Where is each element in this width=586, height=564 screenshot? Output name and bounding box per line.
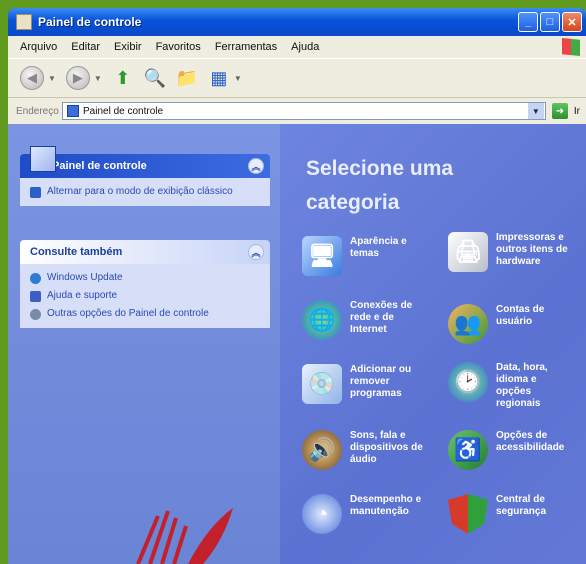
- network-globe-icon: 🌐: [302, 300, 342, 340]
- windows-update-link[interactable]: Windows Update: [30, 272, 260, 284]
- category-printers[interactable]: 🖨 Impressoras e outros itens de hardware: [448, 232, 574, 272]
- control-panel-large-icon: [30, 146, 56, 172]
- other-options-link[interactable]: Outras opções do Painel de controle: [30, 308, 260, 320]
- category-accessibility[interactable]: ♿ Opções de acessibilidade: [448, 430, 574, 470]
- control-panel-section: Painel de controle ︽ Alternar para o mod…: [20, 154, 270, 206]
- category-security-center[interactable]: Central de segurança: [448, 494, 574, 534]
- category-label: Impressoras e outros itens de hardware: [496, 232, 568, 267]
- see-also-body: Windows Update Ajuda e suporte Outras op…: [20, 264, 270, 328]
- menu-bar: Arquivo Editar Exibir Favoritos Ferramen…: [8, 36, 586, 58]
- window-controls: _ □ ✕: [518, 12, 582, 32]
- other-options-label: Outras opções do Painel de controle: [47, 308, 209, 319]
- folders-icon[interactable]: 📁: [176, 67, 198, 89]
- settings-icon: [30, 309, 41, 320]
- control-panel-section-body: Alternar para o modo de exibição clássic…: [20, 178, 270, 206]
- collapse-icon[interactable]: ︽: [248, 244, 264, 260]
- printer-icon: 🖨: [448, 232, 488, 272]
- see-also-title: Consulte também: [30, 246, 123, 258]
- views-dropdown-icon[interactable]: ▼: [234, 74, 242, 83]
- windows-update-label: Windows Update: [47, 272, 123, 283]
- category-appearance[interactable]: 🖥 Aparência e temas: [302, 236, 428, 276]
- control-panel-window: Painel de controle _ □ ✕ Arquivo Editar …: [8, 8, 586, 564]
- category-performance[interactable]: ◔ Desempenho e manutenção: [302, 494, 428, 534]
- appearance-themes-icon: 🖥: [302, 236, 342, 276]
- views-icon[interactable]: ▦: [208, 67, 230, 89]
- address-field[interactable]: Painel de controle ▼: [62, 102, 546, 120]
- collapse-icon[interactable]: ︽: [248, 158, 264, 174]
- category-pane: Selecione uma categoria 🖥 Aparência e te…: [280, 124, 586, 564]
- content-area: Painel de controle ︽ Alternar para o mod…: [8, 124, 586, 564]
- category-label: Opções de acessibilidade: [496, 430, 565, 453]
- forward-button[interactable]: ▶: [65, 66, 90, 90]
- red-doodle-icon: [136, 508, 233, 564]
- category-user-accounts[interactable]: 👥 Contas de usuário: [448, 304, 574, 344]
- help-icon: [30, 291, 41, 302]
- menu-arquivo[interactable]: Arquivo: [8, 41, 64, 53]
- users-icon: 👥: [448, 304, 488, 344]
- up-folder-icon[interactable]: ⬆: [112, 67, 134, 89]
- menu-favoritos[interactable]: Favoritos: [149, 41, 208, 53]
- back-button[interactable]: ◀: [20, 66, 44, 90]
- address-label: Endereço: [16, 105, 59, 117]
- control-panel-icon: [16, 14, 32, 30]
- close-button[interactable]: ✕: [562, 12, 582, 32]
- control-panel-icon: [67, 105, 79, 117]
- windows-flag-icon: [562, 38, 580, 56]
- category-date-time[interactable]: 🕑 Data, hora, idioma e opções regionais: [448, 362, 574, 410]
- help-support-label: Ajuda e suporte: [47, 290, 118, 301]
- category-label: Desempenho e manutenção: [350, 494, 422, 517]
- category-label: Aparência e temas: [350, 236, 407, 259]
- see-also-section: Consulte também ︽ Windows Update Ajuda e…: [20, 240, 270, 328]
- address-value: Painel de controle: [83, 105, 164, 117]
- window-title: Painel de controle: [38, 15, 142, 29]
- sounds-speaker-icon: 🔊: [302, 430, 342, 470]
- menu-editar[interactable]: Editar: [64, 41, 107, 53]
- category-add-remove[interactable]: 💿 Adicionar ou remover programas: [302, 364, 428, 404]
- accessibility-icon: ♿: [448, 430, 488, 470]
- category-label: Conexões de rede e de Internet: [350, 300, 413, 335]
- category-network[interactable]: 🌐 Conexões de rede e de Internet: [302, 300, 428, 340]
- performance-chart-icon: ◔: [302, 494, 342, 534]
- category-label: Adicionar ou remover programas: [350, 364, 412, 399]
- category-label: Sons, fala e dispositivos de áudio: [350, 430, 423, 465]
- category-label: Central de segurança: [496, 494, 547, 517]
- switch-view-icon: [30, 187, 41, 198]
- category-sounds[interactable]: 🔊 Sons, fala e dispositivos de áudio: [302, 430, 428, 470]
- page-title: Selecione uma categoria: [306, 157, 454, 214]
- toolbar: ◀ ▼ ▶ ▼ ⬆ 🔍 📁 ▦ ▼: [8, 58, 586, 98]
- forward-dropdown-icon[interactable]: ▼: [94, 74, 102, 83]
- see-also-header[interactable]: Consulte também ︽: [20, 240, 270, 264]
- go-label[interactable]: Ir: [574, 106, 580, 117]
- search-icon[interactable]: 🔍: [144, 67, 166, 89]
- switch-view-label: Alternar para o modo de exibição clássic…: [47, 186, 233, 197]
- address-dropdown-icon[interactable]: ▼: [527, 103, 544, 119]
- security-shield-icon: [448, 494, 488, 534]
- task-pane: Painel de controle ︽ Alternar para o mod…: [8, 124, 280, 564]
- title-bar[interactable]: Painel de controle _ □ ✕: [8, 8, 586, 36]
- address-bar: Endereço Painel de controle ▼ ➜ Ir: [8, 98, 586, 125]
- maximize-button[interactable]: □: [540, 12, 560, 32]
- globe-icon: [30, 273, 41, 284]
- category-label: Data, hora, idioma e opções regionais: [496, 362, 548, 409]
- menu-ferramentas[interactable]: Ferramentas: [208, 41, 284, 53]
- help-support-link[interactable]: Ajuda e suporte: [30, 290, 260, 302]
- add-remove-programs-icon: 💿: [302, 364, 342, 404]
- minimize-button[interactable]: _: [518, 12, 538, 32]
- go-button[interactable]: ➜: [551, 103, 568, 119]
- menu-exibir[interactable]: Exibir: [107, 41, 149, 53]
- switch-view-link[interactable]: Alternar para o modo de exibição clássic…: [30, 186, 260, 198]
- back-dropdown-icon[interactable]: ▼: [48, 74, 56, 83]
- menu-ajuda[interactable]: Ajuda: [284, 41, 326, 53]
- category-label: Contas de usuário: [496, 304, 545, 327]
- date-time-globe-icon: 🕑: [448, 362, 488, 402]
- control-panel-section-header[interactable]: Painel de controle ︽: [20, 154, 270, 178]
